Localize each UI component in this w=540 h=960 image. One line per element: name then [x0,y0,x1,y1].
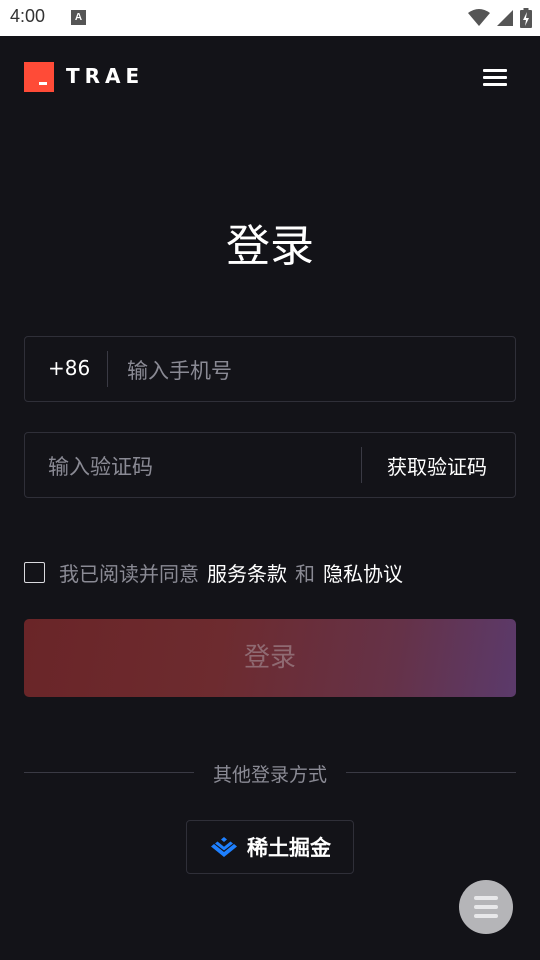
status-time: 4:00 [10,6,46,26]
privacy-link[interactable]: 隐私协议 [323,558,403,587]
field-divider [361,447,362,483]
other-login-label: 其他登录方式 [212,764,327,786]
signal-icon [497,10,513,26]
agreement-prefix: 我已阅读并同意 [59,561,199,586]
hamburger-icon [483,69,507,72]
login-button[interactable]: 登录 [24,619,516,697]
status-icons [468,6,532,30]
verification-code-input[interactable]: 输入验证码 [48,451,153,481]
menu-button[interactable] [483,67,507,87]
page-title: 登录 [226,221,314,272]
floating-menu-button[interactable] [459,880,513,934]
wifi-icon [468,9,490,26]
phone-field[interactable]: +86 输入手机号 [24,336,516,402]
agreement-and: 和 [295,561,315,586]
notification-icon: A [71,10,86,25]
country-code-selector[interactable]: +86 [48,356,90,380]
list-icon [474,896,498,900]
trae-logo-icon [24,62,54,92]
phone-input[interactable]: 输入手机号 [127,355,232,385]
juejin-logo-icon [211,837,237,857]
get-code-button[interactable]: 获取验证码 [387,451,487,480]
top-bar: TRAE [0,36,540,120]
juejin-label: 稀土掘金 [247,836,331,860]
status-bar: 4:00 A [0,0,540,36]
brand-name: TRAE [66,64,145,88]
verification-code-field[interactable]: 输入验证码 获取验证码 [24,432,516,498]
terms-link[interactable]: 服务条款 [207,558,287,587]
juejin-login-button[interactable]: 稀土掘金 [186,820,354,874]
agreement-checkbox[interactable] [24,561,45,583]
field-divider [107,351,108,387]
battery-icon [520,8,532,28]
agreement-row: 我已阅读并同意 服务条款 和 隐私协议 [24,558,403,586]
